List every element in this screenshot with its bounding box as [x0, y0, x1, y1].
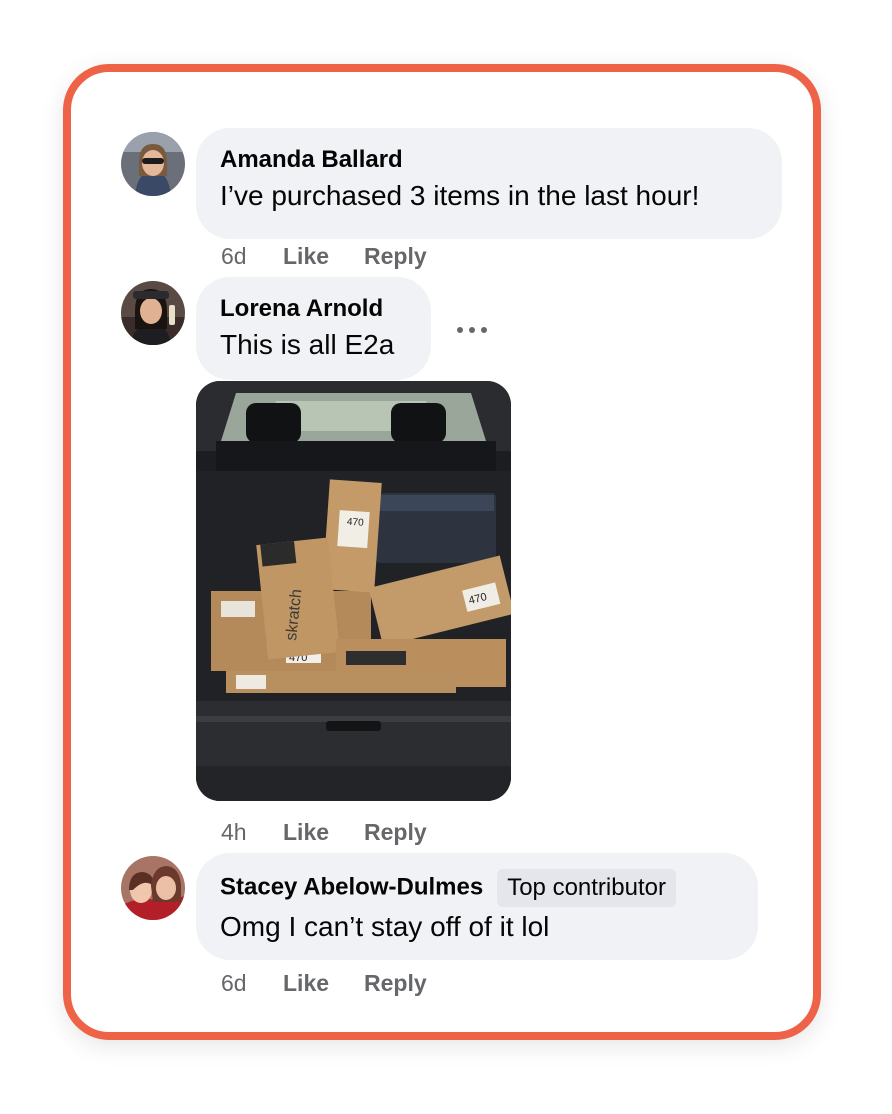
top-contributor-badge: Top contributor	[497, 869, 676, 907]
comment-actions: 6d Like Reply	[221, 970, 427, 997]
avatar-stacey-abelow-dulmes[interactable]	[121, 856, 185, 920]
more-options-icon[interactable]	[455, 325, 489, 337]
comment-timestamp[interactable]: 6d	[221, 970, 283, 997]
comment-text: Omg I can’t stay off of it lol	[220, 911, 550, 942]
comment-bubble: Stacey Abelow-Dulmes Top contributor Omg …	[196, 853, 758, 960]
comment-timestamp[interactable]: 4h	[221, 819, 283, 846]
comment-photo[interactable]: 470 470 skratch 470	[196, 381, 511, 801]
comment-author[interactable]: Lorena Arnold	[220, 293, 407, 325]
comment-text: This is all E2a	[220, 329, 395, 360]
comment-author-line: Stacey Abelow-Dulmes Top contributor	[220, 869, 734, 907]
comment-bubble: Lorena Arnold This is all E2a	[196, 277, 431, 380]
like-button[interactable]: Like	[283, 970, 364, 997]
comments-card: Amanda Ballard I’ve purchased 3 items in…	[63, 64, 821, 1040]
comment-author[interactable]: Amanda Ballard	[220, 144, 758, 176]
reply-button[interactable]: Reply	[364, 819, 427, 846]
comment-bubble: Amanda Ballard I’ve purchased 3 items in…	[196, 128, 782, 239]
box-label: 470	[347, 517, 365, 529]
reply-button[interactable]: Reply	[364, 243, 427, 270]
comment-author[interactable]: Stacey Abelow-Dulmes	[220, 873, 483, 900]
comment-actions: 4h Like Reply	[221, 819, 427, 846]
avatar-lorena-arnold[interactable]	[121, 281, 185, 345]
comment-actions: 6d Like Reply	[221, 243, 427, 270]
comment-text: I’ve purchased 3 items in the last hour!	[220, 180, 700, 211]
reply-button[interactable]: Reply	[364, 970, 427, 997]
comment-timestamp[interactable]: 6d	[221, 243, 283, 270]
avatar-amanda-ballard[interactable]	[121, 132, 185, 196]
like-button[interactable]: Like	[283, 243, 364, 270]
like-button[interactable]: Like	[283, 819, 364, 846]
